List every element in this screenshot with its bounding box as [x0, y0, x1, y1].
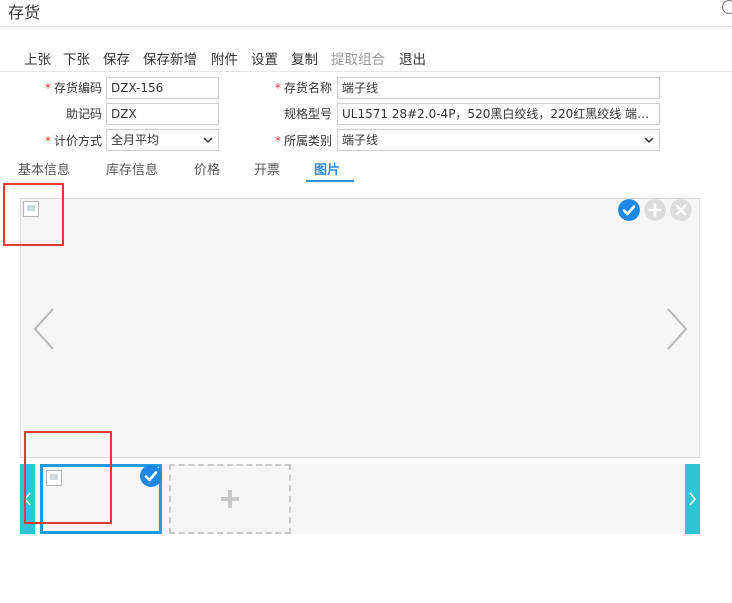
valuation-label-text: 计价方式	[53, 134, 102, 148]
attachment-button[interactable]: 附件	[211, 48, 238, 68]
extract-combination-button[interactable]: 提取组合	[331, 48, 385, 68]
category-label-text: 所属类别	[283, 134, 332, 148]
valuation-label: * 计价方式	[40, 132, 102, 149]
toolbar: 上张 下张 保存 保存新增 附件 设置 复制 提取组合 退出	[0, 44, 732, 72]
tab-invoice[interactable]: 开票	[254, 159, 280, 178]
plus-circle-icon[interactable]	[644, 199, 666, 221]
category-label: * 所属类别	[268, 132, 332, 149]
required-marker: *	[274, 134, 281, 148]
close-icon[interactable]	[722, 0, 732, 14]
image-viewer	[20, 198, 700, 458]
annotation-highlight-box	[24, 431, 112, 524]
chevron-down-icon	[203, 137, 213, 144]
code-label: * 存货编码	[40, 79, 102, 96]
chevron-left-icon[interactable]	[31, 307, 57, 351]
valuation-select-value: 全月平均	[111, 133, 160, 147]
thumbnail-strip	[20, 464, 700, 534]
save-button[interactable]: 保存	[103, 48, 130, 68]
tab-inventory-info[interactable]: 库存信息	[106, 159, 158, 178]
chevron-right-icon	[689, 492, 696, 506]
settings-button[interactable]: 设置	[251, 48, 278, 68]
mnemonic-label: 助记码	[65, 107, 102, 121]
plus-icon	[221, 490, 239, 508]
annotation-highlight-box	[3, 183, 64, 246]
active-tab-indicator	[306, 180, 354, 182]
tab-price[interactable]: 价格	[194, 159, 220, 178]
chevron-down-icon	[644, 137, 654, 144]
required-marker: *	[274, 81, 281, 95]
required-marker: *	[44, 134, 51, 148]
title-bar: 存货	[0, 0, 732, 27]
strip-next-button[interactable]	[685, 464, 700, 534]
tab-bar: 基本信息 库存信息 价格 开票 图片	[0, 157, 732, 183]
chevron-right-icon[interactable]	[664, 307, 690, 351]
x-circle-icon[interactable]	[670, 199, 692, 221]
save-and-new-button[interactable]: 保存新增	[143, 48, 197, 68]
prev-record-button[interactable]: 上张	[24, 48, 51, 68]
valuation-select[interactable]: 全月平均	[106, 129, 219, 151]
exit-button[interactable]: 退出	[399, 48, 426, 68]
code-input[interactable]: DZX-156	[106, 77, 219, 99]
tab-basic-info[interactable]: 基本信息	[18, 159, 70, 178]
spec-input[interactable]: UL1571 28#2.0-4P，520黑白绞线，220红黑绞线 端子黑...	[337, 103, 660, 125]
name-label-text: 存货名称	[283, 81, 332, 95]
required-marker: *	[44, 81, 51, 95]
category-select-value: 端子线	[342, 133, 379, 147]
tab-image[interactable]: 图片	[314, 159, 340, 178]
mnemonic-input[interactable]: DZX	[106, 103, 219, 125]
add-image-button[interactable]	[169, 464, 291, 534]
window-title: 存货	[8, 3, 41, 22]
name-input[interactable]: 端子线	[337, 77, 660, 99]
spec-label: 规格型号	[283, 107, 332, 121]
code-label-text: 存货编码	[53, 81, 102, 95]
next-record-button[interactable]: 下张	[63, 48, 90, 68]
check-circle-icon	[140, 465, 162, 487]
name-label: * 存货名称	[268, 79, 332, 96]
category-select[interactable]: 端子线	[337, 129, 660, 151]
check-circle-icon[interactable]	[618, 199, 640, 221]
copy-button[interactable]: 复制	[291, 48, 318, 68]
